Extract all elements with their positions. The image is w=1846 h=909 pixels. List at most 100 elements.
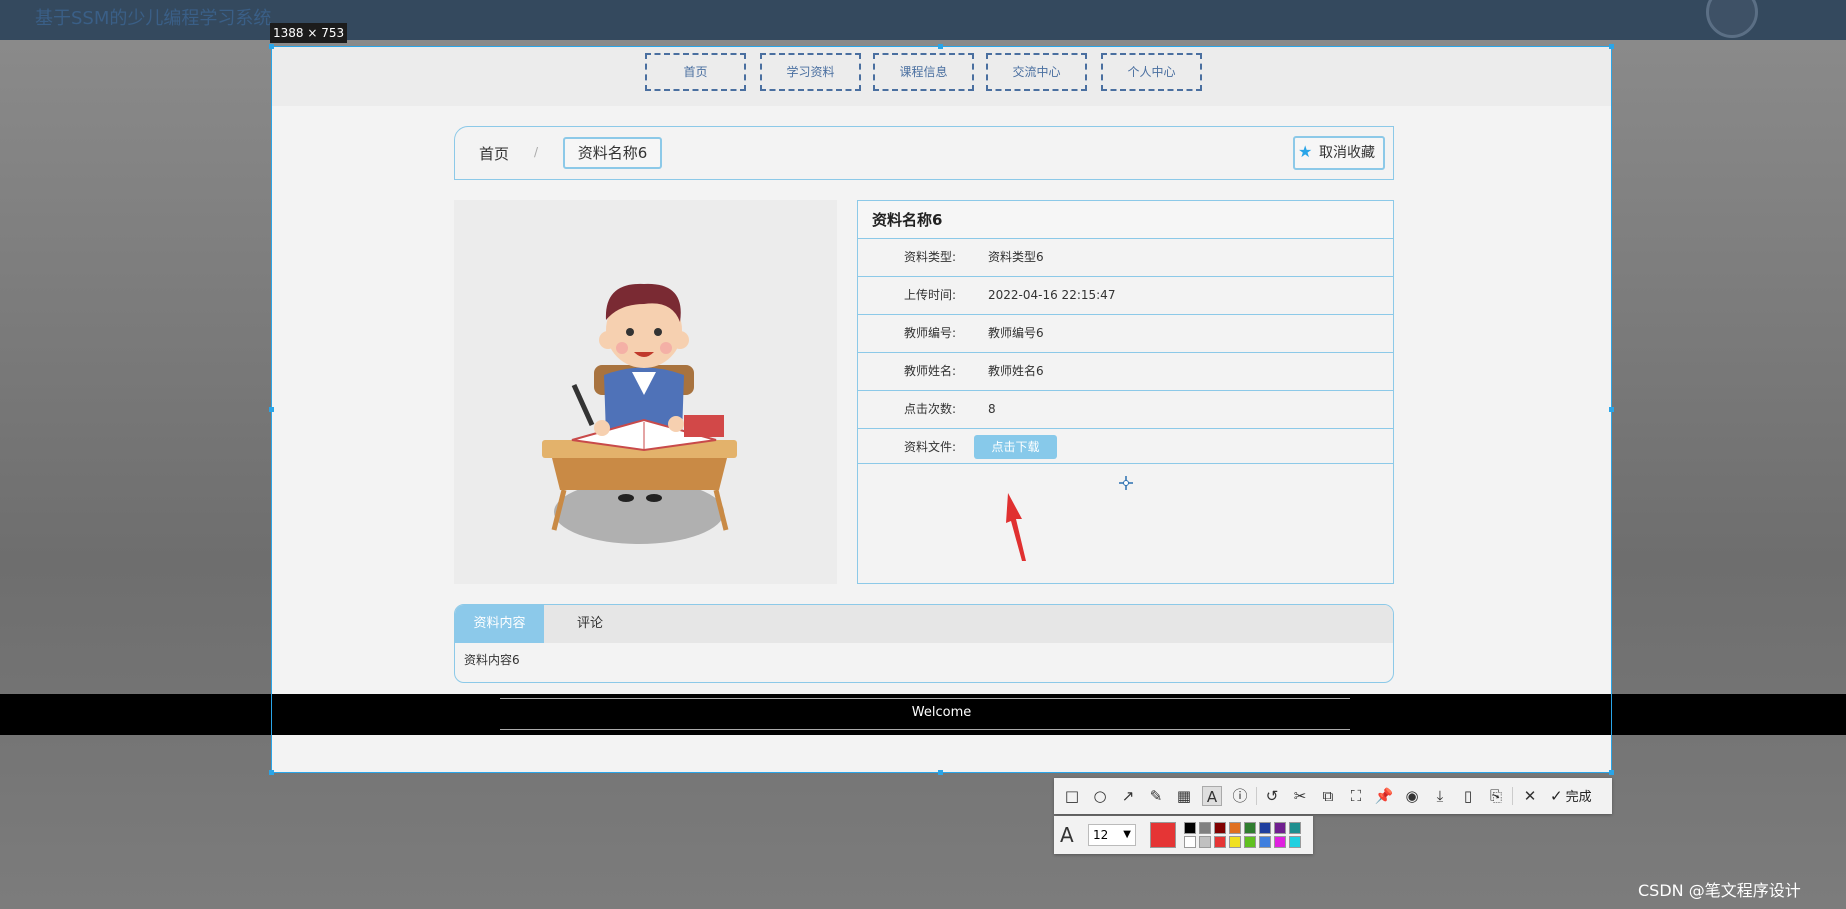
detail-value: 教师编号6: [988, 326, 1044, 340]
tab-content[interactable]: 资料内容: [455, 605, 544, 643]
pin-icon[interactable]: 📌: [1374, 786, 1394, 806]
nav-item-profile[interactable]: 个人中心: [1101, 53, 1202, 91]
color-swatch[interactable]: [1214, 836, 1226, 848]
top-nav: 首页 学习资料 课程信息 交流中心 个人中心: [271, 46, 1612, 106]
done-label: 完成: [1565, 790, 1592, 805]
watermark: CSDN @笔文程序设计: [1638, 881, 1801, 900]
page-footer: Welcome: [271, 694, 1612, 735]
phone-icon[interactable]: ▯: [1458, 786, 1478, 806]
resize-handle[interactable]: [269, 770, 274, 775]
color-swatch[interactable]: [1259, 822, 1271, 834]
translate-icon[interactable]: ⧉: [1318, 786, 1338, 806]
color-swatch[interactable]: [1184, 836, 1196, 848]
resize-handle[interactable]: [1609, 770, 1614, 775]
detail-row-teacher-name: 教师姓名: 教师姓名6: [858, 353, 1393, 391]
text-icon[interactable]: A: [1202, 786, 1222, 806]
annotation-toolbar: □ ○ ↗ ✎ ▦ A ⓘ ↺ ✂ ⧉ ⛶ 📌 ◉ ⤓ ▯ ⎘ ✕ ✓ 完成: [1054, 778, 1612, 814]
app-title: 基于SSM的少儿编程学习系统: [35, 8, 272, 29]
color-swatch[interactable]: [1214, 822, 1226, 834]
chevron-down-icon: ▼: [1123, 829, 1131, 840]
mosaic-icon[interactable]: ▦: [1174, 786, 1194, 806]
color-swatch[interactable]: [1274, 836, 1286, 848]
nav-item-courses[interactable]: 课程信息: [873, 53, 974, 91]
color-swatch[interactable]: [1289, 822, 1301, 834]
unfavorite-button[interactable]: ★ 取消收藏: [1293, 136, 1385, 170]
arrow-icon[interactable]: ↗: [1118, 786, 1138, 806]
nav-item-materials[interactable]: 学习资料: [760, 53, 861, 91]
unfavorite-label: 取消收藏: [1319, 145, 1375, 161]
footer-text: Welcome: [911, 705, 972, 720]
resize-handle[interactable]: [269, 407, 274, 412]
detail-value: 8: [988, 402, 996, 416]
detail-label: 资料文件:: [903, 440, 956, 454]
close-icon[interactable]: ✕: [1520, 786, 1540, 806]
detail-row-teacher-id: 教师编号: 教师编号6: [858, 315, 1393, 353]
detail-row-file: 资料文件: 点击下载: [858, 429, 1393, 464]
material-image: [454, 200, 837, 584]
ellipse-icon[interactable]: ○: [1090, 786, 1110, 806]
detail-title: 资料名称6: [858, 201, 1393, 239]
color-swatch[interactable]: [1229, 822, 1241, 834]
detail-label: 点击次数:: [903, 402, 956, 416]
footer-divider: [500, 729, 1350, 730]
bookmark-icon[interactable]: ⎘: [1486, 786, 1506, 806]
detail-panel: 资料名称6 资料类型: 资料类型6 上传时间: 2022-04-16 22:15…: [857, 200, 1394, 584]
pencil-icon[interactable]: ✎: [1146, 786, 1166, 806]
boy-studying-illustration: [542, 283, 737, 544]
resize-handle[interactable]: [1609, 407, 1614, 412]
detail-value: 教师姓名6: [988, 364, 1044, 378]
resize-handle[interactable]: [938, 770, 943, 775]
detail-label: 教师编号:: [903, 326, 956, 340]
current-color-swatch[interactable]: [1150, 822, 1176, 848]
nav-item-home[interactable]: 首页: [645, 53, 746, 91]
detail-label: 教师姓名:: [903, 364, 956, 378]
breadcrumb: 首页 / 资料名称6 ★ 取消收藏: [454, 126, 1394, 180]
detail-row-type: 资料类型: 资料类型6: [858, 239, 1393, 277]
color-swatch[interactable]: [1244, 822, 1256, 834]
download-button[interactable]: 点击下载: [974, 435, 1057, 459]
color-swatch[interactable]: [1229, 836, 1241, 848]
breadcrumb-home[interactable]: 首页: [479, 143, 509, 164]
font-size-value: 12: [1093, 828, 1109, 842]
breadcrumb-separator: /: [534, 145, 539, 159]
undo-icon[interactable]: ↺: [1262, 786, 1282, 806]
avatar: [1706, 0, 1758, 38]
detail-label: 上传时间:: [903, 288, 956, 302]
resize-handle[interactable]: [269, 44, 274, 49]
content-tabs: 资料内容 评论 资料内容6: [454, 604, 1394, 683]
toolbar-divider: [1512, 787, 1513, 805]
font-size-select[interactable]: 12 ▼: [1088, 824, 1136, 846]
tab-content-body: 资料内容6: [464, 653, 520, 667]
number-marker-icon[interactable]: ⓘ: [1230, 786, 1250, 806]
crosshair-cursor-icon: [1119, 476, 1133, 490]
color-swatch[interactable]: [1199, 836, 1211, 848]
text-style-toolbar: A 12 ▼: [1054, 816, 1313, 854]
color-swatch[interactable]: [1184, 822, 1196, 834]
red-arrow-annotation: [1006, 493, 1026, 561]
color-swatch[interactable]: [1274, 822, 1286, 834]
color-swatch[interactable]: [1289, 836, 1301, 848]
tab-comments[interactable]: 评论: [544, 605, 636, 643]
done-button[interactable]: ✓ 完成: [1550, 786, 1592, 808]
color-swatch[interactable]: [1259, 836, 1271, 848]
nav-item-forum[interactable]: 交流中心: [986, 53, 1087, 91]
detail-value: 资料类型6: [988, 250, 1044, 264]
capture-region[interactable]: 首页 学习资料 课程信息 交流中心 个人中心 首页 / 资料名称6 ★ 取消收藏: [271, 46, 1612, 773]
breadcrumb-current: 资料名称6: [563, 137, 662, 169]
detail-row-upload-time: 上传时间: 2022-04-16 22:15:47: [858, 277, 1393, 315]
scissors-icon[interactable]: ✂: [1290, 786, 1310, 806]
rectangle-icon[interactable]: □: [1062, 786, 1082, 806]
resize-handle[interactable]: [938, 44, 943, 49]
ocr-icon[interactable]: ⛶: [1346, 786, 1366, 806]
color-swatch[interactable]: [1244, 836, 1256, 848]
detail-label: 资料类型:: [903, 250, 956, 264]
download-icon[interactable]: ⤓: [1430, 786, 1450, 806]
detail-value: 2022-04-16 22:15:47: [988, 288, 1116, 302]
font-icon: A: [1060, 823, 1074, 847]
color-swatch[interactable]: [1199, 822, 1211, 834]
resize-handle[interactable]: [1609, 44, 1614, 49]
star-icon: ★: [1298, 142, 1313, 161]
record-icon[interactable]: ◉: [1402, 786, 1422, 806]
detail-row-clicks: 点击次数: 8: [858, 391, 1393, 429]
toolbar-divider: [1256, 787, 1257, 805]
